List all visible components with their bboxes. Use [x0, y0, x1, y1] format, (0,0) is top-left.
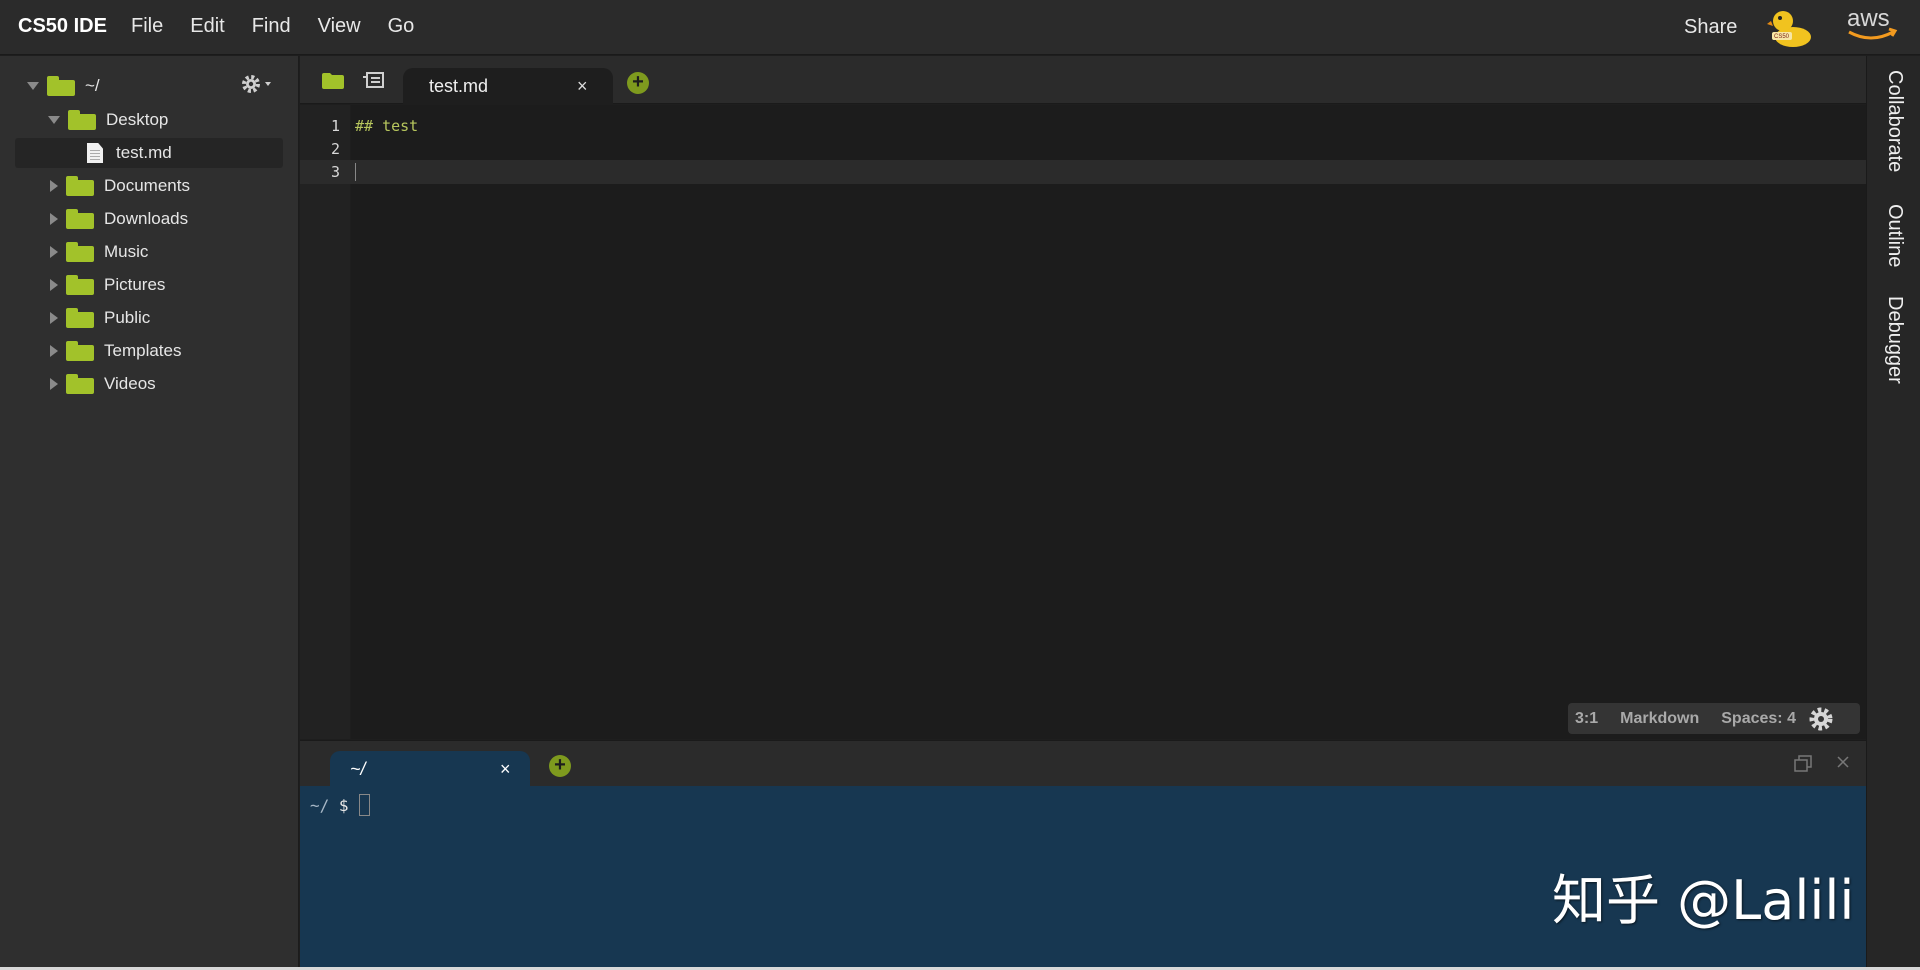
terminal-cursor	[359, 794, 370, 816]
tree-item-label: Templates	[104, 341, 182, 360]
close-panel-icon[interactable]	[1836, 755, 1850, 769]
line-number: 3	[330, 163, 340, 181]
tab-outline[interactable]: Outline	[1883, 204, 1906, 267]
app-brand[interactable]: CS50 IDE	[18, 15, 107, 38]
menu-view[interactable]: View	[318, 15, 361, 38]
tree-item-label: test.md	[116, 143, 172, 162]
collapse-arrow-icon[interactable]	[50, 180, 58, 192]
new-terminal-plus-icon[interactable]: +	[549, 755, 571, 777]
svg-text:CS50: CS50	[1774, 34, 1790, 40]
svg-text:aws: aws	[1847, 5, 1890, 32]
collapse-arrow-icon[interactable]	[50, 345, 58, 357]
cs50-duck-icon[interactable]: CS50	[1767, 5, 1813, 49]
tree-item-label: Pictures	[104, 275, 166, 294]
line-gutter	[300, 105, 350, 739]
tree-item-documents[interactable]: Documents	[48, 172, 190, 200]
tree-root[interactable]: ~/	[27, 72, 100, 100]
expand-arrow-icon[interactable]	[27, 82, 39, 90]
tab-terminal[interactable]: ~/ ×	[330, 751, 530, 787]
menu-file[interactable]: File	[131, 15, 163, 38]
menu-find[interactable]: Find	[252, 15, 291, 38]
terminal-prompt: ~/ $	[310, 796, 349, 815]
tree-root-label: ~/	[85, 76, 100, 95]
tree-item-label: Music	[104, 242, 149, 261]
expand-arrow-icon[interactable]	[48, 116, 60, 124]
tree-item-label: Downloads	[104, 209, 189, 228]
text-cursor	[355, 163, 356, 181]
editor-tabbar: test.md × +	[300, 56, 1866, 104]
collapse-arrow-icon[interactable]	[50, 378, 58, 390]
line-number: 2	[330, 140, 340, 158]
folder-toggle-icon[interactable]	[322, 73, 344, 89]
active-line-highlight	[300, 160, 1866, 184]
collapse-arrow-icon[interactable]	[50, 279, 58, 291]
tree-item-label: Documents	[104, 176, 190, 195]
file-icon	[87, 143, 103, 163]
tree-item-public[interactable]: Public	[48, 304, 150, 332]
folder-icon	[66, 308, 94, 328]
main-menu: File Edit Find View Go	[131, 15, 441, 38]
tab-test-md[interactable]: test.md ×	[403, 68, 613, 104]
folder-icon	[66, 275, 94, 295]
folder-icon	[66, 209, 94, 229]
code-line[interactable]: ## test	[355, 117, 418, 135]
tree-item-label: Videos	[104, 374, 156, 393]
tree-settings-gear-icon[interactable]	[240, 73, 276, 95]
aws-logo-icon[interactable]: aws	[1845, 4, 1901, 46]
terminal-tabbar: ~/ × +	[300, 740, 1866, 787]
navigate-icon[interactable]	[363, 72, 385, 90]
tab-debugger[interactable]: Debugger	[1883, 296, 1906, 384]
file-tree-panel: ~/ Desktop test.md Documents Downloads M…	[0, 56, 299, 968]
folder-icon	[47, 76, 75, 96]
tab-close-icon[interactable]: ×	[500, 759, 511, 780]
folder-icon	[68, 110, 96, 130]
tree-item-downloads[interactable]: Downloads	[48, 205, 188, 233]
collapse-arrow-icon[interactable]	[50, 213, 58, 225]
restore-window-icon[interactable]	[1794, 755, 1812, 773]
line-number: 1	[330, 117, 340, 135]
tab-label: test.md	[429, 76, 489, 96]
watermark-text: 知乎 @Lalili	[1552, 869, 1855, 932]
indent-setting[interactable]: Spaces: 4	[1721, 710, 1796, 728]
tree-item-templates[interactable]: Templates	[48, 337, 181, 365]
code-editor[interactable]	[351, 105, 1866, 739]
tree-item-label: Public	[104, 308, 151, 327]
tab-close-icon[interactable]: ×	[577, 76, 588, 97]
share-button[interactable]: Share	[1684, 16, 1737, 39]
folder-icon	[66, 176, 94, 196]
tree-item-desktop[interactable]: Desktop	[48, 106, 168, 134]
tab-label: ~/	[350, 759, 366, 779]
editor-settings-gear-icon[interactable]	[1808, 706, 1834, 732]
tree-item-test-md[interactable]: test.md	[87, 139, 172, 167]
tree-item-pictures[interactable]: Pictures	[48, 271, 165, 299]
tree-item-label: Desktop	[106, 110, 169, 129]
prompt-symbol: $	[338, 796, 349, 815]
menubar: CS50 IDE File Edit Find View Go Share CS…	[0, 0, 1920, 55]
menu-go[interactable]: Go	[388, 15, 415, 38]
menu-edit[interactable]: Edit	[190, 15, 224, 38]
folder-icon	[66, 242, 94, 262]
new-tab-plus-icon[interactable]: +	[627, 72, 649, 94]
tab-collaborate[interactable]: Collaborate	[1883, 70, 1906, 172]
collapse-arrow-icon[interactable]	[50, 312, 58, 324]
prompt-path: ~/	[310, 796, 330, 815]
tree-item-videos[interactable]: Videos	[48, 370, 156, 398]
folder-icon	[66, 341, 94, 361]
collapse-arrow-icon[interactable]	[50, 246, 58, 258]
language-mode[interactable]: Markdown	[1620, 710, 1699, 728]
right-side-panel: Collaborate Outline Debugger	[1866, 56, 1920, 968]
folder-icon	[66, 374, 94, 394]
cursor-position[interactable]: 3:1	[1575, 710, 1598, 728]
editor-statusbar: 3:1 Markdown Spaces: 4	[1568, 703, 1860, 734]
tree-item-music[interactable]: Music	[48, 238, 148, 266]
